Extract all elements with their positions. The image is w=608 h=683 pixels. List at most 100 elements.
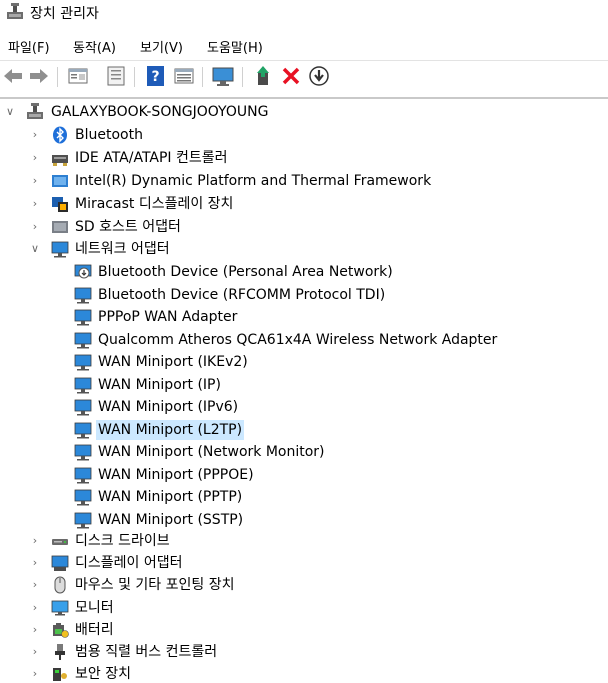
category-label: 배터리 — [75, 622, 114, 638]
chevron-right-icon[interactable]: › — [29, 124, 41, 146]
tree-category[interactable]: › Miracast 디스플레이 장치 — [0, 193, 608, 215]
device-item[interactable]: PPPoP WAN Adapter — [0, 306, 608, 328]
bluetooth-network-icon — [74, 263, 92, 281]
device-label: WAN Miniport (SSTP) — [98, 512, 244, 528]
chevron-right-icon[interactable]: › — [29, 170, 41, 192]
tree-category[interactable]: › Bluetooth — [0, 124, 608, 146]
network-adapter-icon — [74, 308, 92, 326]
device-item[interactable]: WAN Miniport (SSTP) — [0, 509, 608, 531]
toolbar: ? — [0, 60, 608, 93]
chevron-right-icon[interactable]: › — [29, 552, 41, 574]
category-label: 마우스 및 기타 포인팅 장치 — [75, 577, 235, 593]
device-label: PPPoP WAN Adapter — [98, 309, 238, 325]
computer-view-icon[interactable] — [105, 65, 127, 87]
tree-category[interactable]: › 모니터 — [0, 597, 608, 619]
tree-category[interactable]: › 마우스 및 기타 포인팅 장치 — [0, 574, 608, 596]
menu-action[interactable]: 동작(A) — [71, 37, 118, 56]
category-label: 디스플레이 어댑터 — [75, 555, 183, 571]
tree-category[interactable]: › SD 호스트 어댑터 — [0, 216, 608, 238]
chevron-down-icon[interactable]: ∨ — [29, 238, 41, 260]
tree-category[interactable]: › IDE ATA/ATAPI 컨트롤러 — [0, 147, 608, 169]
chevron-right-icon[interactable]: › — [29, 641, 41, 663]
window-title: 장치 관리자 — [30, 6, 99, 22]
monitor-icon — [51, 599, 69, 617]
platform-icon — [51, 172, 69, 190]
device-label: WAN Miniport (IPv6) — [98, 399, 239, 415]
security-device-icon — [51, 665, 69, 683]
device-manager-icon — [5, 3, 25, 21]
chevron-right-icon[interactable]: › — [29, 530, 41, 552]
sd-host-icon — [51, 218, 69, 236]
category-label: Miracast 디스플레이 장치 — [75, 196, 234, 212]
menu-bar: 파일(F) 동작(A) 보기(V) 도움말(H) — [0, 35, 608, 59]
device-item[interactable]: Bluetooth Device (Personal Area Network) — [0, 261, 608, 283]
network-adapter-icon — [51, 240, 69, 258]
category-label: 네트워크 어댑터 — [75, 241, 170, 257]
menu-file[interactable]: 파일(F) — [6, 37, 52, 56]
chevron-down-icon[interactable]: ∨ — [4, 101, 16, 123]
network-adapter-icon — [74, 488, 92, 506]
device-label: WAN Miniport (IKEv2) — [98, 354, 248, 370]
toolbar-separator — [57, 67, 58, 87]
device-item[interactable]: WAN Miniport (IKEv2) — [0, 351, 608, 373]
chevron-right-icon[interactable]: › — [29, 147, 41, 169]
tree-category[interactable]: › 범용 직렬 버스 컨트롤러 — [0, 641, 608, 663]
chevron-right-icon[interactable]: › — [29, 619, 41, 641]
tree-root[interactable]: ∨ GALAXYBOOK-SONGJOOYOUNG — [0, 101, 608, 123]
device-tree: ∨ GALAXYBOOK-SONGJOOYOUNG › Bluetooth › … — [0, 97, 608, 683]
device-item-selected[interactable]: WAN Miniport (L2TP) — [0, 419, 608, 441]
network-adapter-icon — [74, 286, 92, 304]
tree-category[interactable]: › Intel(R) Dynamic Platform and Thermal … — [0, 170, 608, 192]
network-adapter-icon — [74, 466, 92, 484]
device-item[interactable]: WAN Miniport (IPv6) — [0, 396, 608, 418]
category-label: Intel(R) Dynamic Platform and Thermal Fr… — [75, 173, 432, 189]
category-label: Bluetooth — [75, 127, 143, 143]
menu-view[interactable]: 보기(V) — [138, 37, 185, 56]
device-item[interactable]: WAN Miniport (PPTP) — [0, 486, 608, 508]
chevron-right-icon[interactable]: › — [29, 663, 41, 683]
category-label: 범용 직렬 버스 컨트롤러 — [75, 644, 218, 660]
chevron-right-icon[interactable]: › — [29, 597, 41, 619]
uninstall-icon[interactable] — [280, 65, 302, 87]
chevron-right-icon[interactable]: › — [29, 193, 41, 215]
device-item[interactable]: Qualcomm Atheros QCA61x4A Wireless Netwo… — [0, 329, 608, 351]
device-label: WAN Miniport (PPPOE) — [98, 467, 254, 483]
update-driver-icon[interactable] — [253, 65, 275, 87]
help-icon[interactable]: ? — [145, 65, 167, 87]
chevron-right-icon[interactable]: › — [29, 216, 41, 238]
category-label: IDE ATA/ATAPI 컨트롤러 — [75, 150, 228, 166]
bluetooth-icon — [51, 126, 69, 144]
tree-category-expanded[interactable]: ∨ 네트워크 어댑터 — [0, 238, 608, 260]
disk-drive-icon — [51, 532, 69, 550]
properties-icon[interactable] — [67, 65, 89, 87]
mouse-icon — [51, 576, 69, 594]
device-item[interactable]: WAN Miniport (Network Monitor) — [0, 441, 608, 463]
device-item[interactable]: Bluetooth Device (RFCOMM Protocol TDI) — [0, 284, 608, 306]
category-label: SD 호스트 어댑터 — [75, 219, 181, 235]
chevron-right-icon[interactable]: › — [29, 574, 41, 596]
device-label: Qualcomm Atheros QCA61x4A Wireless Netwo… — [98, 332, 498, 348]
tree-category[interactable]: › 보안 장치 — [0, 663, 608, 683]
battery-icon — [51, 621, 69, 639]
grid-view-icon[interactable] — [173, 65, 195, 87]
device-item[interactable]: WAN Miniport (PPPOE) — [0, 464, 608, 486]
usb-controller-icon — [51, 643, 69, 661]
tree-category[interactable]: › 배터리 — [0, 619, 608, 641]
device-label: WAN Miniport (IP) — [98, 377, 221, 393]
device-label: WAN Miniport (Network Monitor) — [98, 444, 325, 460]
title-bar: 장치 관리자 — [0, 0, 608, 28]
miracast-icon — [51, 195, 69, 213]
network-adapter-icon — [74, 331, 92, 349]
device-item[interactable]: WAN Miniport (IP) — [0, 374, 608, 396]
menu-help[interactable]: 도움말(H) — [205, 37, 265, 56]
category-label: 디스크 드라이브 — [75, 533, 170, 549]
tree-category[interactable]: › 디스플레이 어댑터 — [0, 552, 608, 574]
network-adapter-icon — [74, 511, 92, 529]
monitor-scan-icon[interactable] — [212, 65, 234, 87]
download-icon[interactable] — [308, 65, 330, 87]
back-icon[interactable] — [2, 65, 24, 87]
toolbar-separator — [242, 67, 243, 87]
computer-icon — [26, 103, 44, 121]
forward-icon[interactable] — [28, 65, 50, 87]
tree-category[interactable]: › 디스크 드라이브 — [0, 530, 608, 552]
